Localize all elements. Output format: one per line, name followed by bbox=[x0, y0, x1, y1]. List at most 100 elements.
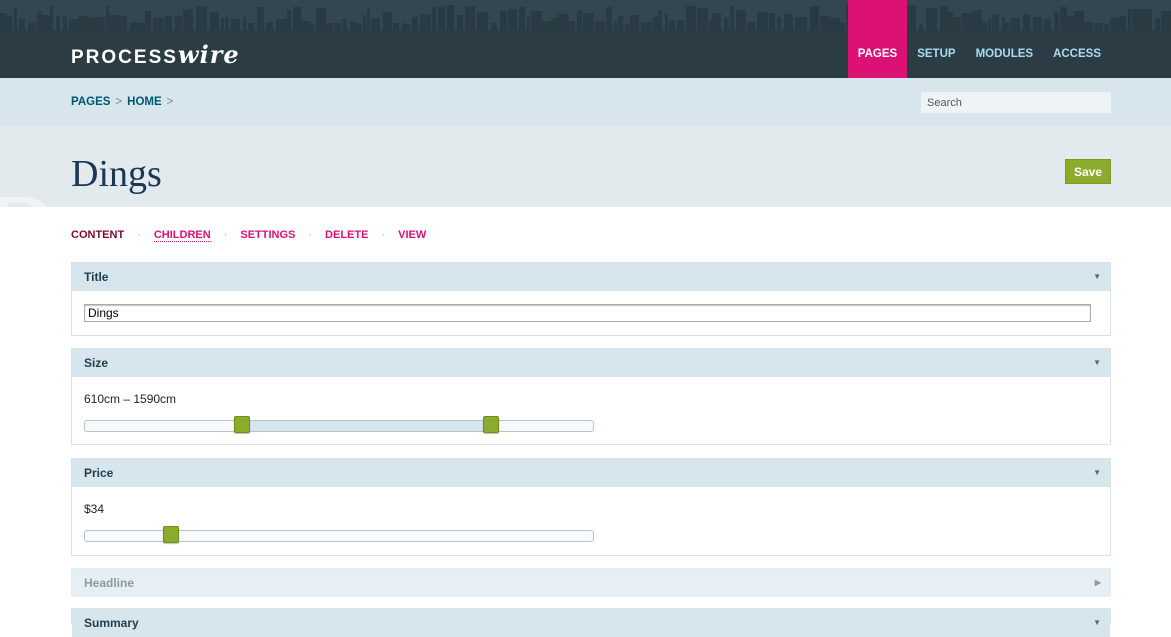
breadcrumb-separator: > bbox=[166, 96, 174, 108]
skyline-building bbox=[447, 5, 454, 30]
skyline-building bbox=[1132, 9, 1141, 30]
masthead: PROCESSwire PAGES SETUP MODULES ACCESS bbox=[0, 0, 1171, 78]
tab-separator: · bbox=[308, 229, 313, 241]
field-price: Price ▼ $34 bbox=[71, 458, 1111, 556]
page-title: Dings bbox=[71, 153, 162, 195]
skyline-building bbox=[438, 6, 445, 30]
expand-toggle-icon[interactable]: ▶ bbox=[1095, 569, 1101, 597]
skyline-building bbox=[709, 20, 712, 30]
field-summary-header[interactable]: Summary ▼ bbox=[72, 609, 1110, 637]
nav-pages[interactable]: PAGES bbox=[847, 0, 908, 78]
field-title-label: Title bbox=[84, 270, 109, 284]
skyline-building bbox=[326, 23, 333, 30]
save-button[interactable]: Save bbox=[1065, 159, 1111, 184]
skyline-building bbox=[342, 19, 347, 30]
skyline-building bbox=[784, 14, 793, 30]
skyline-building bbox=[508, 9, 517, 30]
skyline-building bbox=[165, 16, 172, 30]
skyline-building bbox=[757, 12, 768, 30]
skyline-building bbox=[350, 21, 354, 30]
skyline-building bbox=[625, 24, 630, 30]
skyline-building bbox=[583, 13, 594, 30]
skyline-building bbox=[225, 17, 229, 30]
field-size-header[interactable]: Size ▼ bbox=[72, 349, 1110, 377]
skyline-building bbox=[383, 12, 392, 30]
skyline-building bbox=[491, 23, 497, 30]
skyline-building bbox=[393, 23, 399, 30]
skyline-building bbox=[840, 23, 845, 30]
skyline-building bbox=[371, 18, 380, 30]
skyline-building bbox=[1155, 18, 1160, 30]
price-value: $34 bbox=[84, 502, 105, 516]
skyline-building bbox=[730, 6, 734, 30]
processwire-logo[interactable]: PROCESSwire bbox=[71, 40, 240, 69]
skyline-building bbox=[130, 22, 138, 30]
skyline-building bbox=[334, 23, 341, 30]
skyline-building bbox=[658, 10, 662, 30]
skyline-building bbox=[89, 18, 96, 30]
breadcrumb-home[interactable]: HOME bbox=[127, 96, 162, 108]
skyline-building bbox=[558, 14, 569, 30]
skyline-building bbox=[138, 23, 145, 30]
skyline-building bbox=[257, 7, 264, 30]
search-input[interactable] bbox=[921, 92, 1111, 113]
skyline-building bbox=[803, 17, 807, 30]
skyline-building bbox=[1110, 18, 1119, 30]
tab-content[interactable]: CONTENT bbox=[71, 229, 124, 242]
skyline-building bbox=[630, 15, 639, 30]
size-max-handle[interactable] bbox=[483, 416, 500, 433]
collapse-toggle-icon[interactable]: ▼ bbox=[1093, 609, 1101, 637]
collapse-toggle-icon[interactable]: ▼ bbox=[1093, 459, 1101, 487]
skyline-building bbox=[0, 13, 7, 30]
breadcrumb-pages[interactable]: PAGES bbox=[71, 96, 110, 108]
skyline-building bbox=[367, 9, 370, 30]
skyline-building bbox=[527, 17, 530, 30]
nav-access[interactable]: ACCESS bbox=[1043, 0, 1111, 78]
skyline-building bbox=[69, 19, 78, 30]
skyline-building bbox=[56, 16, 60, 30]
field-headline-header[interactable]: Headline ▶ bbox=[72, 569, 1110, 597]
tab-settings[interactable]: SETTINGS bbox=[240, 229, 295, 242]
tab-delete[interactable]: DELETE bbox=[325, 229, 368, 242]
size-range-value: 610cm – 1590cm bbox=[84, 392, 177, 406]
skyline-building bbox=[465, 6, 475, 30]
tab-children[interactable]: CHILDREN bbox=[153, 229, 211, 242]
skyline-building bbox=[457, 15, 463, 30]
field-size-label: Size bbox=[84, 356, 109, 370]
skyline-building bbox=[820, 16, 830, 30]
price-handle[interactable] bbox=[163, 526, 180, 543]
price-slider-track[interactable] bbox=[84, 526, 594, 543]
field-price-header[interactable]: Price ▼ bbox=[72, 459, 1110, 487]
field-summary: Summary ▼ bbox=[71, 608, 1111, 637]
skyline-building bbox=[188, 9, 193, 30]
tab-view[interactable]: VIEW bbox=[398, 229, 426, 242]
field-price-label: Price bbox=[84, 466, 114, 480]
size-slider-track[interactable] bbox=[84, 416, 594, 433]
title-input[interactable] bbox=[84, 304, 1091, 322]
skyline-building bbox=[266, 22, 273, 30]
skyline-building bbox=[1128, 9, 1131, 30]
skyline-building bbox=[63, 16, 67, 30]
collapse-toggle-icon[interactable]: ▼ bbox=[1093, 263, 1101, 291]
skyline-building bbox=[1119, 16, 1126, 30]
skyline-building bbox=[769, 13, 775, 30]
skyline-building bbox=[686, 6, 696, 30]
nav-setup[interactable]: SETUP bbox=[907, 0, 965, 78]
skyline-building bbox=[653, 17, 658, 30]
collapse-toggle-icon[interactable]: ▼ bbox=[1093, 349, 1101, 377]
skyline-building bbox=[276, 19, 287, 30]
skyline-building bbox=[287, 10, 291, 30]
skyline-building bbox=[175, 16, 182, 30]
skyline-building bbox=[183, 10, 188, 30]
skyline-building bbox=[665, 14, 668, 30]
skyline-building bbox=[747, 22, 755, 30]
field-title-header[interactable]: Title ▼ bbox=[72, 263, 1110, 291]
size-min-handle[interactable] bbox=[234, 416, 251, 433]
skyline-building bbox=[153, 18, 164, 30]
field-size: Size ▼ 610cm – 1590cm bbox=[71, 348, 1111, 445]
skyline-building bbox=[316, 8, 326, 30]
nav-modules[interactable]: MODULES bbox=[966, 0, 1044, 78]
skyline-building bbox=[19, 19, 25, 30]
skyline-building bbox=[248, 23, 254, 30]
skyline-building bbox=[500, 11, 507, 30]
